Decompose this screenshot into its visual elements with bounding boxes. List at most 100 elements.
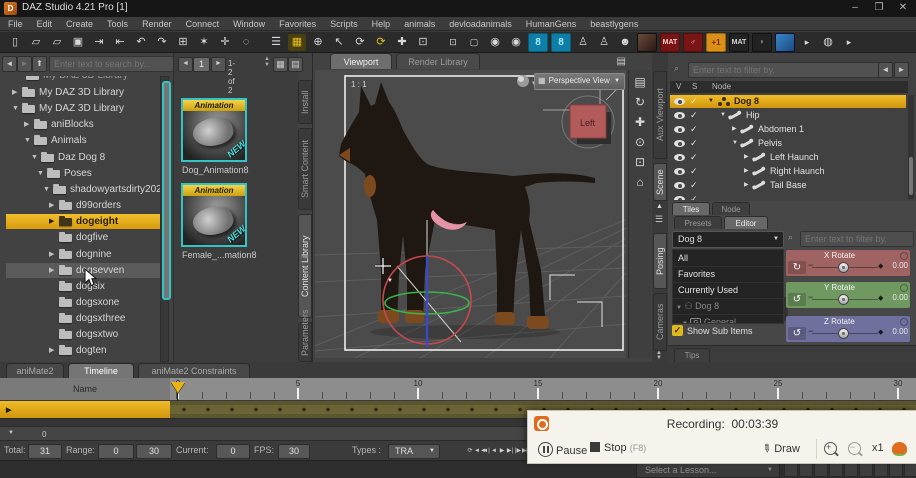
draw-button[interactable]: ✎Draw: [762, 442, 800, 455]
step-fwd-key-button[interactable]: |▶: [514, 445, 522, 457]
slider-knob[interactable]: [838, 328, 849, 339]
selectable-icon[interactable]: ✓: [690, 179, 698, 192]
selectable-icon[interactable]: ✓: [690, 165, 698, 178]
tab-node[interactable]: Node: [712, 202, 750, 215]
menu-window[interactable]: Window: [233, 19, 265, 29]
page-prev-button[interactable]: ◄: [178, 57, 193, 72]
x-rotate-slider[interactable]: X Rotate ↻ −◆ 0.00: [786, 250, 910, 276]
zoom-icon[interactable]: ⊙: [631, 134, 649, 150]
posing-filter-input[interactable]: [800, 231, 914, 247]
gear-icon[interactable]: [900, 318, 908, 326]
minimize-button[interactable]: –: [844, 1, 866, 15]
tree-item-partial[interactable]: My DAZ 3D Library: [6, 76, 160, 83]
scene-scrollbar[interactable]: [908, 95, 914, 199]
tree-item[interactable]: ▼Daz Dog 8: [6, 150, 160, 165]
menu-humangens[interactable]: HumanGens: [526, 19, 577, 29]
pause-button[interactable]: Pause: [538, 442, 587, 457]
menu-tools[interactable]: Tools: [107, 19, 128, 29]
group-general[interactable]: ▼ G General: [673, 314, 783, 324]
tab-presets[interactable]: Presets: [674, 216, 722, 229]
tab-install[interactable]: Install: [298, 80, 312, 124]
lesson-step-buttons[interactable]: [784, 463, 916, 477]
node-list-icon[interactable]: ☰: [267, 34, 285, 51]
asset-thumbnail[interactable]: Animation NEW: [181, 98, 247, 162]
group-dog8[interactable]: ▼ ⚇ Dog 8: [673, 298, 783, 315]
tree-item[interactable]: ▼My DAZ 3D Library: [6, 101, 160, 116]
scene-node-right-haunch[interactable]: ✓ ▶ Right Haunch: [670, 165, 906, 178]
plus-one-icon[interactable]: +1: [706, 33, 726, 52]
tree-item[interactable]: ▶dognine: [6, 247, 160, 262]
group-currently-used[interactable]: Currently Used: [673, 282, 783, 299]
tree-item[interactable]: dogsxtwo: [6, 327, 160, 342]
slider-knob[interactable]: [838, 294, 849, 305]
menu-scripts[interactable]: Scripts: [330, 19, 358, 29]
frame-icon[interactable]: ⊡: [631, 154, 649, 170]
scene-navigator-icon[interactable]: ⊕: [309, 34, 327, 51]
translate-tool-icon[interactable]: ✚: [393, 34, 411, 51]
node-selector-dropdown[interactable]: Dog 8 ▼: [672, 231, 784, 248]
nav-back-button[interactable]: ◄: [2, 56, 17, 72]
tab-animate2[interactable]: aniMate2: [6, 363, 64, 378]
tab-editor[interactable]: Editor: [724, 216, 768, 229]
group-favorites[interactable]: Favorites: [673, 266, 783, 283]
toolbar-overflow2-icon[interactable]: ▸: [840, 34, 858, 51]
viewport-menu-icon[interactable]: ▤: [631, 74, 649, 90]
webcam-button[interactable]: [892, 442, 907, 459]
selectable-icon[interactable]: ✓: [690, 109, 698, 122]
scene-back-button[interactable]: ◄: [878, 62, 893, 78]
custom-photo-camera-icon[interactable]: ◉: [507, 34, 525, 51]
visibility-eye-icon[interactable]: [674, 126, 685, 133]
tree-item[interactable]: ▶d99orders: [6, 198, 160, 213]
zoom-out-button[interactable]: −: [848, 442, 861, 456]
visibility-eye-icon[interactable]: [674, 182, 685, 189]
total-field[interactable]: 31: [28, 444, 62, 459]
selectable-icon[interactable]: ✓: [690, 151, 698, 164]
pan-icon[interactable]: ✚: [631, 114, 649, 130]
custom-screen8-b-icon[interactable]: 8: [551, 33, 571, 52]
camera-view-dropdown[interactable]: ▦Perspective View ▼: [534, 73, 625, 90]
orbit-icon[interactable]: ↻: [631, 94, 649, 110]
fps-field[interactable]: 30: [278, 444, 310, 459]
scene-filter-input[interactable]: [688, 62, 882, 78]
visibility-eye-icon[interactable]: [674, 140, 685, 147]
tree-item[interactable]: ▶My DAZ 3D Library: [6, 85, 160, 100]
menu-beastlygens[interactable]: beastlygens: [590, 19, 638, 29]
open-file-icon[interactable]: ▱: [27, 34, 45, 51]
timeline-ruler[interactable]: 0 5 10 15 20 25 30: [170, 378, 916, 400]
tree-item[interactable]: ▼Poses: [6, 166, 160, 181]
tab-cameras[interactable]: Cameras: [653, 293, 667, 351]
z-rotate-slider[interactable]: Z Rotate ↺ −◆ 0.00: [786, 316, 910, 342]
mat-icon[interactable]: MAT: [729, 33, 749, 52]
undo-icon[interactable]: ↶: [132, 34, 150, 51]
custom-bust-icon[interactable]: ☻: [616, 34, 634, 51]
scene-node-dog8[interactable]: ✓ ▼ Dog 8: [670, 95, 906, 108]
merge-file-icon[interactable]: ▱: [48, 34, 66, 51]
custom-scale-icon[interactable]: ⊡: [444, 34, 462, 51]
active-rotate-tool-icon[interactable]: ⟳: [372, 34, 390, 51]
custom-camera-icon[interactable]: ◉: [486, 34, 504, 51]
menu-file[interactable]: File: [8, 19, 23, 29]
menu-favorites[interactable]: Favorites: [279, 19, 316, 29]
menu-render[interactable]: Render: [142, 19, 172, 29]
tab-tiles[interactable]: Tiles: [672, 202, 710, 215]
new-null-icon[interactable]: ◌: [237, 34, 255, 51]
menu-connect[interactable]: Connect: [186, 19, 220, 29]
gear-icon[interactable]: [900, 284, 908, 292]
tab-parameters[interactable]: Parameters: [298, 322, 312, 362]
range-start-field[interactable]: 0: [98, 444, 134, 459]
tree-item-hovered[interactable]: ▶dogsevven: [6, 263, 160, 278]
home-icon[interactable]: ⌂: [631, 174, 649, 190]
tab-scene[interactable]: Scene: [653, 163, 667, 201]
maximize-button[interactable]: ❐: [868, 1, 890, 15]
asset-thumbnail[interactable]: Animation NEW: [181, 183, 247, 247]
scene-forward-button[interactable]: ►: [894, 62, 909, 78]
play-button[interactable]: ▶: [498, 445, 506, 457]
scene-node-hip[interactable]: ✓ ▼ Hip: [670, 109, 906, 122]
tab-viewport[interactable]: Viewport: [330, 53, 392, 69]
tree-item[interactable]: dogsix: [6, 279, 160, 294]
prev-frame-button[interactable]: ◄: [490, 445, 498, 457]
tree-item[interactable]: dogsxthree: [6, 311, 160, 326]
scene-node-abdomen1[interactable]: ✓ ▶ Abdomen 1: [670, 123, 906, 136]
male-symbol-icon[interactable]: ♂: [683, 33, 703, 52]
mat-copy-icon[interactable]: MAT: [660, 33, 680, 52]
